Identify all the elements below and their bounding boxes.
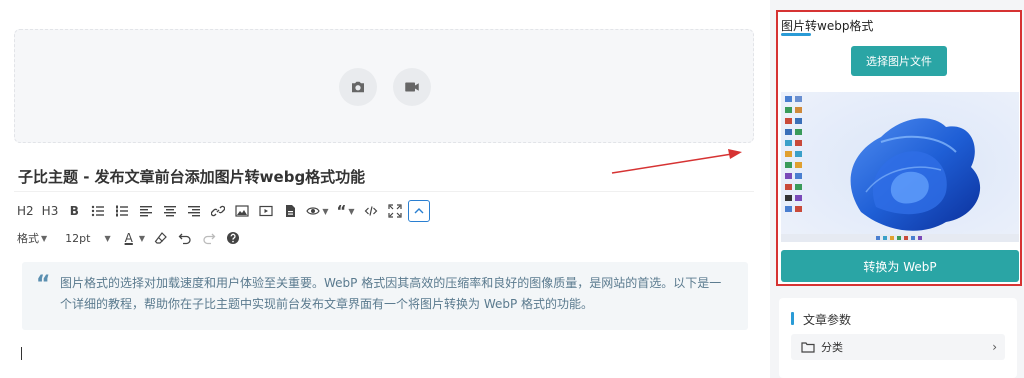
section-accent-bar: [791, 312, 794, 325]
convert-to-webp-button[interactable]: 转换为 WebP: [781, 250, 1019, 282]
category-selector[interactable]: 分类 ›: [791, 334, 1005, 360]
panel-title: 图片转webp格式: [781, 19, 874, 33]
select-image-button[interactable]: 选择图片文件: [851, 46, 947, 76]
desktop-wallpaper-image: [781, 92, 1019, 242]
article-params-title: 文章参数: [803, 313, 852, 327]
article-params-card: 文章参数 分类 ›: [779, 298, 1017, 378]
title-underline: [781, 33, 811, 36]
category-label: 分类: [821, 341, 843, 354]
image-preview: [781, 92, 1019, 242]
folder-icon: [801, 340, 815, 354]
chevron-right-icon: ›: [992, 340, 997, 354]
webp-converter-panel: 图片转webp格式 选择图片文件 转换为 WebP: [776, 10, 1022, 286]
